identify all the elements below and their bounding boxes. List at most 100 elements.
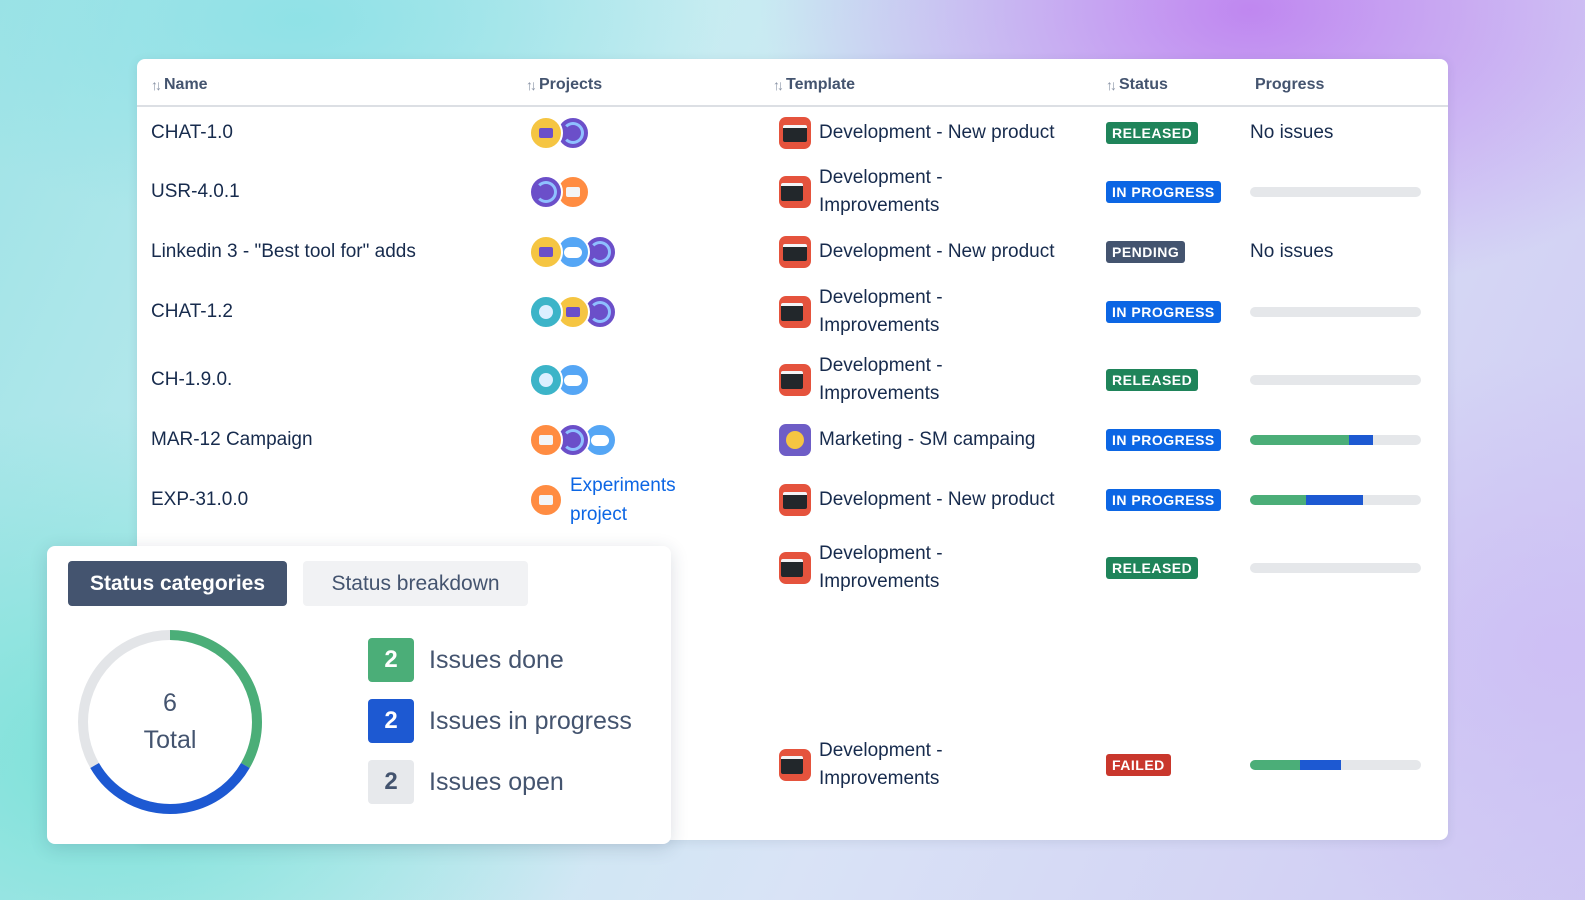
project-avatar[interactable] [529,116,563,150]
sort-icon[interactable]: ↑↓ [1106,77,1117,93]
table-header: ↑↓ Name ↑↓ Projects ↑↓ Template ↑↓ Statu… [137,59,1448,107]
project-avatars [529,162,590,222]
table-row[interactable]: CHAT-1.2 Development - Improvements IN PROG… [137,282,1448,342]
tab-status-breakdown[interactable]: Status breakdown [303,561,528,606]
template-name: Development - New product [819,241,1055,262]
status-lozenge: RELEASED [1106,122,1199,144]
status-panel: Status categories Status breakdown 6 Tot… [47,546,671,844]
legend-label: Issues in progress [429,706,632,735]
project-avatar[interactable] [529,423,563,457]
project-link-line: project [570,504,628,525]
status-cell: IN PROGRESS [1106,162,1221,222]
project-avatar[interactable] [529,363,563,397]
status-lozenge: IN PROGRESS [1106,429,1221,451]
table-row[interactable]: CHAT-1.0 Development - New product RELEASE… [137,106,1448,160]
legend-count: 2 [368,638,414,682]
template-name: Marketing - SM campaing [819,429,1036,450]
table-row[interactable]: USR-4.0.1 Development - Improvements IN PRO… [137,162,1448,222]
template-line: Development - [819,287,943,308]
project-avatar[interactable] [529,483,563,517]
release-name[interactable]: MAR-12 Campaign [151,414,313,466]
release-name[interactable]: EXP-31.0.0 [151,470,248,530]
progress-cell [1250,350,1421,410]
project-avatars [529,106,590,160]
project-avatar[interactable] [529,175,563,209]
release-name[interactable]: USR-4.0.1 [151,162,240,222]
progress-bar [1250,563,1421,573]
status-cell: FAILED [1106,735,1171,795]
template-cell: Development - Improvements [779,162,943,222]
column-header-template[interactable]: ↑↓ Template [773,76,855,94]
progress-cell [1250,735,1421,795]
dev-window-icon [779,117,811,149]
table-row[interactable]: EXP-31.0.0 Experiments project Development … [137,470,1448,530]
progress-cell [1250,470,1421,530]
legend-issues-in-progress: 2 Issues in progress [368,699,632,743]
progress-bar-done [1250,495,1307,505]
progress-bar [1250,760,1421,770]
dev-list-icon [779,552,811,584]
table-row[interactable]: CH-1.9.0. Development - Improvements RELEAS… [137,350,1448,410]
template-line: Development - [819,740,943,761]
project-avatars [529,224,617,280]
template-line: Development - [819,355,943,376]
dev-list-icon [779,176,811,208]
status-lozenge: PENDING [1106,241,1186,263]
template-name: Development - Improvements [819,737,943,793]
template-cell: Development - New product [779,470,1055,530]
column-header-status[interactable]: ↑↓ Status [1106,76,1168,94]
project-avatars: Experiments project [529,470,676,530]
template-line: Development - [819,167,943,188]
template-name: Development - New product [819,489,1055,510]
release-name[interactable]: Linkedin 3 - "Best tool for" adds [151,224,416,280]
progress-cell: No issues [1250,224,1333,280]
status-lozenge: IN PROGRESS [1106,181,1221,203]
legend-label: Issues open [429,767,564,796]
status-cell: PENDING [1106,224,1186,280]
legend-label: Issues done [429,645,564,674]
progress-bar-in-progress [1306,495,1363,505]
column-header-label: Progress [1255,76,1325,93]
sort-icon[interactable]: ↑↓ [526,77,537,93]
tab-status-categories[interactable]: Status categories [68,561,287,606]
status-cell: IN PROGRESS [1106,414,1221,466]
project-avatar[interactable] [529,295,563,329]
progress-text: No issues [1250,122,1334,143]
template-cell: Development - New product [779,224,1055,280]
template-cell: Development - New product [779,106,1055,160]
release-name[interactable]: CHAT-1.2 [151,282,233,342]
sort-icon[interactable]: ↑↓ [151,77,162,93]
status-lozenge: RELEASED [1106,557,1199,579]
status-lozenge: IN PROGRESS [1106,301,1221,323]
release-name[interactable]: CHAT-1.0 [151,106,233,160]
progress-bar-in-progress [1349,435,1374,445]
table-row[interactable]: MAR-12 Campaign Marketing - SM campaing IN… [137,414,1448,466]
dev-window-icon [779,484,811,516]
template-cell: Development - Improvements [779,282,943,342]
progress-bar [1250,495,1421,505]
column-header-progress: Progress [1255,76,1324,94]
column-header-name[interactable]: ↑↓ Name [151,76,208,94]
template-line: Development - [819,543,943,564]
status-cell: RELEASED [1106,106,1199,160]
progress-cell [1250,162,1421,222]
table-row[interactable]: Linkedin 3 - "Best tool for" adds Develop… [137,224,1448,280]
column-header-projects[interactable]: ↑↓ Projects [526,76,602,94]
status-cell: IN PROGRESS [1106,470,1221,530]
status-lozenge: RELEASED [1106,369,1199,391]
project-link[interactable]: Experiments project [570,471,676,529]
template-line: Improvements [819,315,940,336]
project-link-line: Experiments [570,475,676,496]
progress-cell [1250,282,1421,342]
template-cell: Development - Improvements [779,538,943,598]
project-avatars [529,350,590,410]
project-avatar[interactable] [529,235,563,269]
progress-bar-done [1250,435,1350,445]
template-cell: Development - Improvements [779,350,943,410]
sort-icon[interactable]: ↑↓ [773,77,784,93]
progress-bar-done [1250,760,1300,770]
progress-bar [1250,435,1421,445]
legend-count: 2 [368,760,414,804]
release-name[interactable]: CH-1.9.0. [151,350,232,410]
template-name: Development - Improvements [819,284,943,340]
